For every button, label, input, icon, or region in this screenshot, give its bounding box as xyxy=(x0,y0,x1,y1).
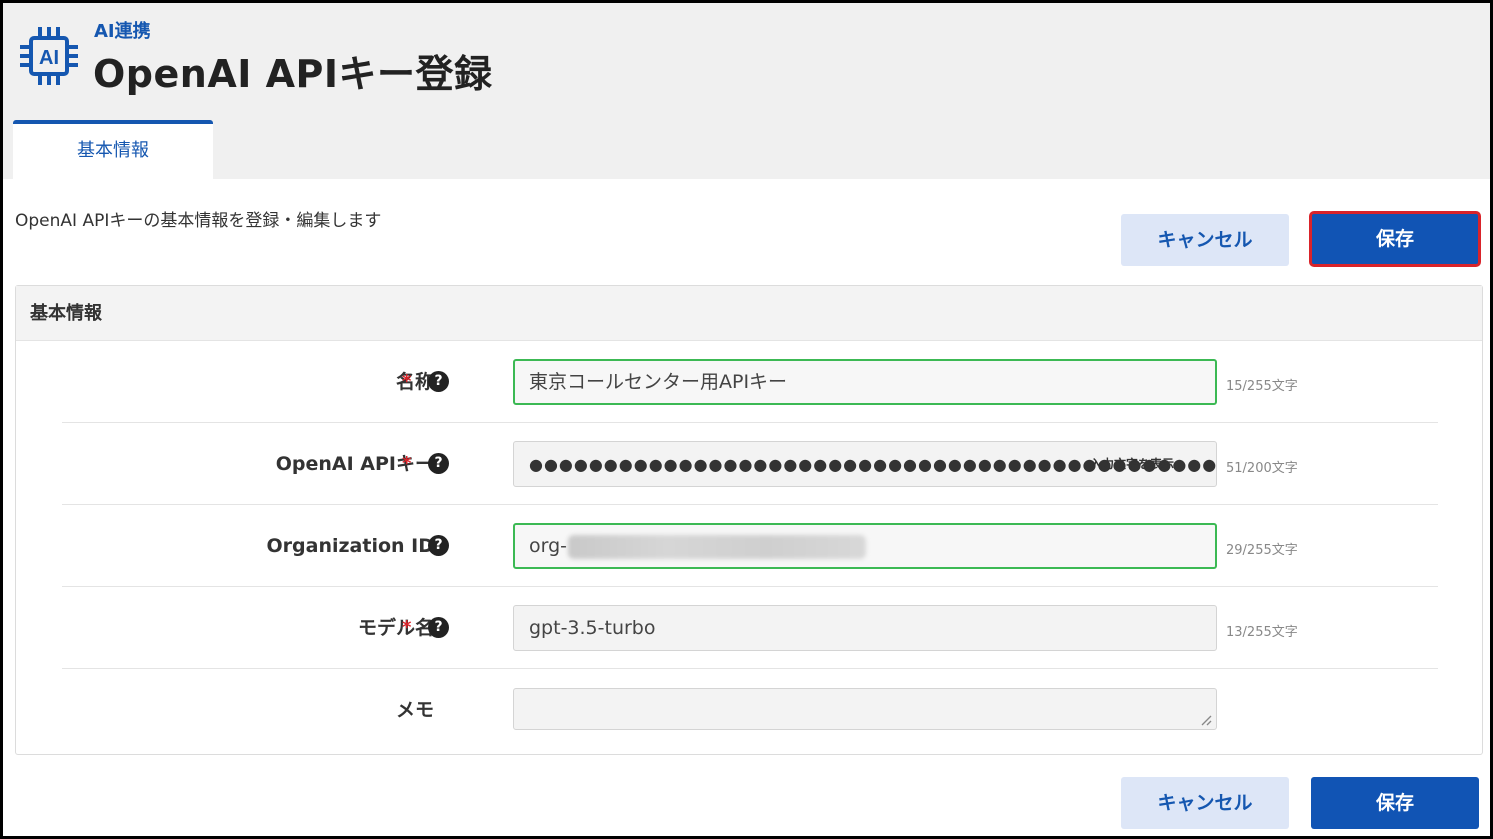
form-row-name: 名称 * ? 東京コールセンター用APIキー 15/255文字 xyxy=(62,341,1438,423)
org-id-char-counter: 29/255文字 xyxy=(1226,543,1298,558)
help-icon[interactable]: ? xyxy=(428,371,449,392)
api-key-char-counter: 51/200文字 xyxy=(1226,461,1298,476)
save-button-top[interactable]: 保存 xyxy=(1309,211,1481,267)
page-description: OpenAI APIキーの基本情報を登録・編集します xyxy=(15,211,382,231)
save-button-bottom[interactable]: 保存 xyxy=(1311,777,1479,829)
form-row-org-id: Organization ID ? org- 29/255文字 xyxy=(62,505,1438,587)
name-char-counter: 15/255文字 xyxy=(1226,379,1298,394)
org-id-label: Organization ID xyxy=(266,535,435,557)
help-icon[interactable]: ? xyxy=(428,535,449,556)
panel-title: 基本情報 xyxy=(16,286,1482,341)
resize-handle-icon[interactable] xyxy=(1200,714,1212,726)
ai-chip-icon: AI xyxy=(20,27,78,85)
help-icon[interactable]: ? xyxy=(428,453,449,474)
model-input[interactable]: gpt-3.5-turbo xyxy=(513,605,1217,651)
model-label: モデル名 xyxy=(357,617,434,639)
org-id-input[interactable]: org- xyxy=(513,523,1217,569)
help-icon[interactable]: ? xyxy=(428,617,449,638)
window-frame: AI AI連携 OpenAI APIキー登録 基本情報 OpenAI APIキー… xyxy=(0,0,1493,839)
required-mark: * xyxy=(402,453,412,474)
basic-info-panel: 基本情報 名称 * ? 東京コールセンター用APIキー 15/255文字 Ope… xyxy=(15,285,1483,755)
cancel-button-top[interactable]: キャンセル xyxy=(1121,214,1289,266)
memo-textarea[interactable] xyxy=(513,688,1217,730)
name-input[interactable]: 東京コールセンター用APIキー xyxy=(513,359,1217,405)
org-id-value: org- xyxy=(529,535,568,557)
model-char-counter: 13/255文字 xyxy=(1226,625,1298,640)
cancel-button-bottom[interactable]: キャンセル xyxy=(1121,777,1289,829)
form-row-model: モデル名 * ? gpt-3.5-turbo 13/255文字 xyxy=(62,587,1438,669)
page-title: OpenAI APIキー登録 xyxy=(93,52,493,96)
required-mark: * xyxy=(402,371,412,392)
svg-text:AI: AI xyxy=(39,47,59,69)
form-row-api-key: OpenAI APIキー * ? ●●●●●●●●●●●●●●●●●●●●●●●… xyxy=(62,423,1438,505)
required-mark: * xyxy=(402,617,412,638)
form-row-memo: メモ xyxy=(62,669,1438,751)
show-input-toggle[interactable]: 入力文字を表示 xyxy=(1090,442,1174,486)
breadcrumb[interactable]: AI連携 xyxy=(94,17,151,43)
memo-label: メモ xyxy=(395,699,434,721)
api-key-input[interactable]: ●●●●●●●●●●●●●●●●●●●●●●●●●●●●●●●●●●●●●●●●… xyxy=(513,441,1217,487)
page-header: AI AI連携 OpenAI APIキー登録 基本情報 xyxy=(3,3,1490,180)
tab-basic-info[interactable]: 基本情報 xyxy=(13,120,213,180)
redacted-blur xyxy=(568,534,867,559)
